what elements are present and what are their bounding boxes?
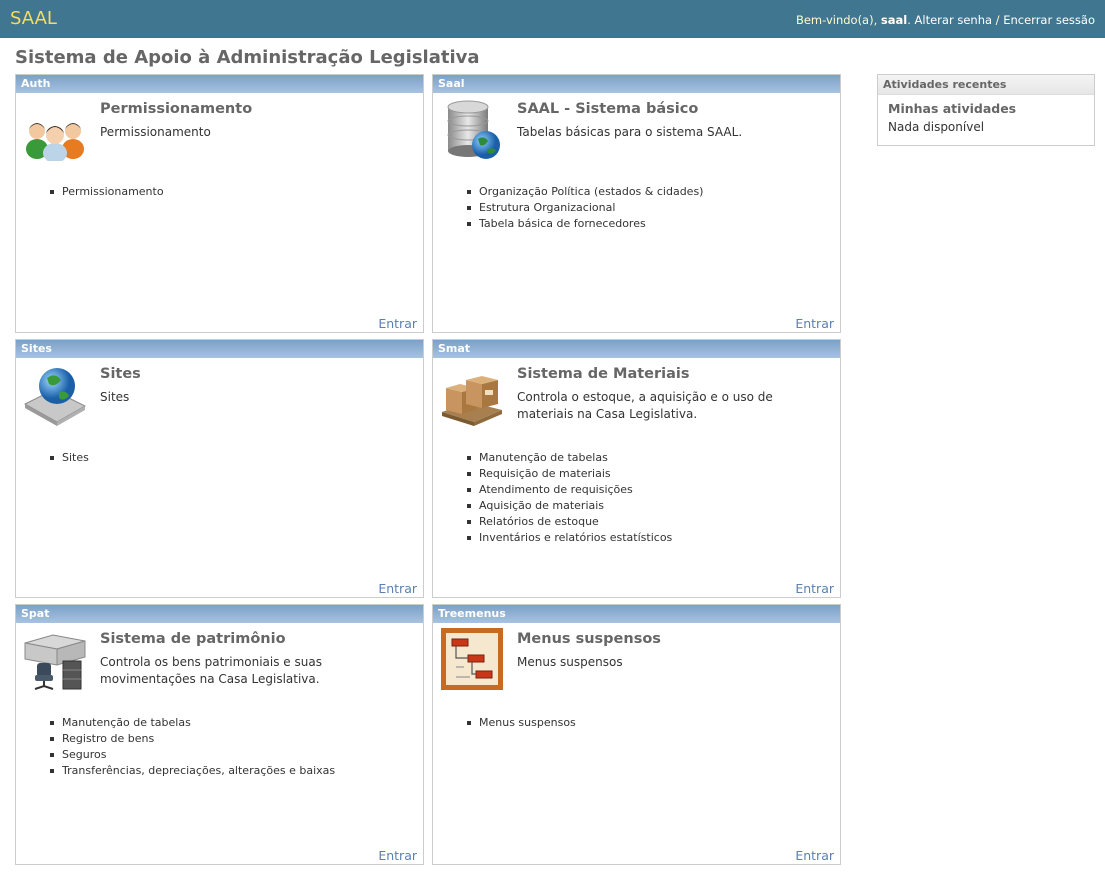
tree-menu-icon <box>441 628 503 690</box>
list-item: Manutenção de tabelas <box>466 450 672 466</box>
module-link[interactable]: Atendimento de requisições <box>479 483 633 496</box>
list-item: Manutenção de tabelas <box>49 715 335 731</box>
module-sites: Sites Sites Sites Sites Entrar <box>15 339 424 598</box>
enter-link[interactable]: Entrar <box>795 581 834 596</box>
module-link-list: Menus suspensos <box>467 715 576 731</box>
module-link[interactable]: Inventários e relatórios estatísticos <box>479 531 672 544</box>
module-link-list: Organização Política (estados & cidades)… <box>466 184 703 232</box>
list-item: Sites <box>50 450 89 466</box>
list-item: Transferências, depreciações, alterações… <box>49 763 335 779</box>
module-link[interactable]: Organização Política (estados & cidades) <box>479 185 703 198</box>
module-caption: Saal <box>433 75 840 93</box>
module-caption: Auth <box>16 75 423 93</box>
database-globe-icon <box>447 100 500 159</box>
module-spat: Spat Sistema de patrimônio Controla os b… <box>15 604 424 865</box>
page-title: Sistema de Apoio à Administração Legisla… <box>15 47 480 68</box>
list-item: Menus suspensos <box>467 715 576 731</box>
list-item: Organização Política (estados & cidades) <box>466 184 703 200</box>
module-description: Tabelas básicas para o sistema SAAL. <box>517 125 743 139</box>
module-link-list: Manutenção de tabelas Registro de bens S… <box>49 715 335 779</box>
module-link[interactable]: Sites <box>62 451 89 464</box>
module-description: Controla o estoque, a aquisição e o uso … <box>517 390 773 421</box>
module-title: Sistema de Materiais <box>517 366 690 382</box>
recent-actions-caption: Atividades recentes <box>878 75 1094 95</box>
module-description: Menus suspensos <box>517 655 623 669</box>
module-treemenus: Treemenus Menus suspensos Menus suspenso… <box>432 604 841 865</box>
module-title: SAAL - Sistema básico <box>517 101 699 117</box>
list-item: Requisição de materiais <box>466 466 672 482</box>
enter-link[interactable]: Entrar <box>378 581 417 596</box>
module-link[interactable]: Estrutura Organizacional <box>479 201 615 214</box>
office-furniture-icon <box>24 634 86 690</box>
username: saal <box>880 13 908 27</box>
recent-actions-panel: Atividades recentes Minhas atividades Na… <box>877 74 1095 146</box>
list-item: Seguros <box>49 747 335 763</box>
module-link[interactable]: Transferências, depreciações, alterações… <box>62 764 335 777</box>
module-caption: Smat <box>433 340 840 358</box>
boxes-pallet-icon <box>442 376 502 426</box>
module-title: Sistema de patrimônio <box>100 631 286 647</box>
module-auth: Auth Permissionamento Permissionamento P… <box>15 74 424 333</box>
users-icon <box>26 123 84 161</box>
module-title: Permissionamento <box>100 101 253 117</box>
module-link-list: Manutenção de tabelas Requisição de mate… <box>466 450 672 546</box>
module-caption: Spat <box>16 605 423 623</box>
module-description: Sites <box>100 390 130 404</box>
module-caption: Sites <box>16 340 423 358</box>
module-smat: Smat Sistema de Materiais Controla o est… <box>432 339 841 598</box>
user-tools: Bem-vindo(a), saal. Alterar senha / Ence… <box>796 13 1095 27</box>
list-item: Aquisição de materiais <box>466 498 672 514</box>
module-title: Sites <box>100 366 141 382</box>
enter-link[interactable]: Entrar <box>795 316 834 331</box>
site-brand[interactable]: SAAL <box>10 8 57 29</box>
list-item: Permissionamento <box>50 184 164 200</box>
module-caption: Treemenus <box>433 605 840 623</box>
list-item: Registro de bens <box>49 731 335 747</box>
enter-link[interactable]: Entrar <box>795 848 834 863</box>
module-link[interactable]: Tabela básica de fornecedores <box>479 217 646 230</box>
module-description: Controla os bens patrimoniais e suas mov… <box>100 655 322 686</box>
module-link-list: Permissionamento <box>50 184 164 200</box>
my-actions-title: Minhas atividades <box>888 101 1017 116</box>
module-link[interactable]: Manutenção de tabelas <box>479 451 608 464</box>
header-bar: SAAL Bem-vindo(a), saal. Alterar senha /… <box>0 0 1105 38</box>
module-description: Permissionamento <box>100 125 211 139</box>
globe-icon <box>23 368 87 426</box>
module-title: Menus suspensos <box>517 631 661 647</box>
list-item: Inventários e relatórios estatísticos <box>466 530 672 546</box>
enter-link[interactable]: Entrar <box>378 848 417 863</box>
module-link[interactable]: Registro de bens <box>62 732 154 745</box>
no-actions-text: Nada disponível <box>888 120 985 134</box>
welcome-text: Bem-vindo(a), <box>795 13 881 27</box>
list-item: Atendimento de requisições <box>466 482 672 498</box>
list-item: Relatórios de estoque <box>466 514 672 530</box>
list-item: Tabela básica de fornecedores <box>466 216 703 232</box>
module-link[interactable]: Seguros <box>62 748 106 761</box>
link-separator: / <box>992 13 1004 27</box>
module-link[interactable]: Permissionamento <box>62 185 164 198</box>
module-link[interactable]: Requisição de materiais <box>479 467 611 480</box>
logout-link[interactable]: Encerrar sessão <box>1003 13 1095 27</box>
module-link[interactable]: Relatórios de estoque <box>479 515 599 528</box>
change-password-link[interactable]: Alterar senha <box>915 13 993 27</box>
module-link[interactable]: Aquisição de materiais <box>479 499 604 512</box>
module-link[interactable]: Menus suspensos <box>479 716 576 729</box>
enter-link[interactable]: Entrar <box>378 316 417 331</box>
list-item: Estrutura Organizacional <box>466 200 703 216</box>
module-saal: Saal SAAL - Sistema básico Tabelas básic… <box>432 74 841 333</box>
welcome-suffix: . <box>907 13 915 27</box>
module-link-list: Sites <box>50 450 89 466</box>
module-link[interactable]: Manutenção de tabelas <box>62 716 191 729</box>
